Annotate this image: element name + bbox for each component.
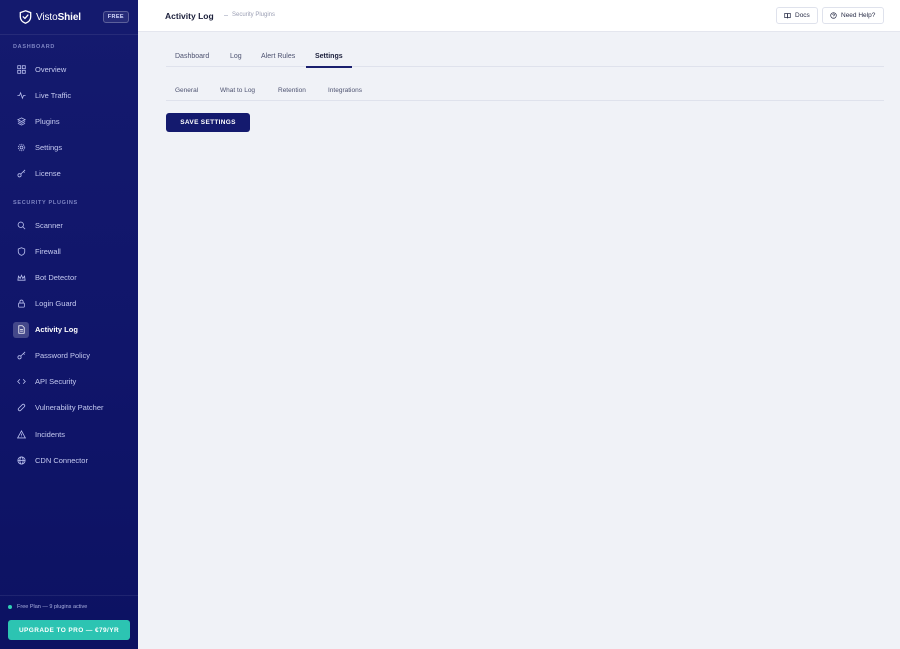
sidebar-item-label: Bot Detector [35, 273, 77, 282]
subtab-what-to-log[interactable]: What to Log [220, 87, 255, 94]
grid-icon [13, 62, 29, 78]
divider [0, 595, 138, 596]
upgrade-button[interactable]: UPGRADE TO PRO — €79/YR [8, 620, 130, 640]
section-label-dashboard: DASHBOARD [13, 44, 56, 50]
sidebar-item-label: Settings [35, 143, 63, 152]
breadcrumb[interactable]: Security Plugins [232, 12, 275, 18]
subtab-retention[interactable]: Retention [278, 87, 306, 94]
topbar: Activity Log Security Plugins Docs Need … [138, 0, 900, 32]
sidebar: VistoShiel FREE DASHBOARD Overview Live … [0, 0, 138, 649]
sidebar-item-incidents[interactable]: Incidents [13, 426, 131, 443]
status-dot [8, 605, 12, 609]
sidebar-item-label: API Security [35, 377, 77, 386]
sidebar-item-label: Activity Log [35, 325, 78, 334]
sidebar-item-label: Live Traffic [35, 91, 72, 100]
subtab-integrations[interactable]: Integrations [328, 87, 362, 94]
tier-badge: FREE [102, 11, 129, 23]
sidebar-item-cdn-connector[interactable]: CDN Connector [13, 452, 131, 469]
code-icon [13, 374, 29, 390]
layers-icon [13, 114, 29, 130]
sidebar-item-api-security[interactable]: API Security [13, 373, 131, 390]
gear-icon [13, 140, 29, 156]
activity-icon [13, 88, 29, 104]
key-icon [13, 166, 29, 182]
bot-icon [13, 270, 29, 286]
sidebar-item-settings[interactable]: Settings [13, 139, 131, 156]
sidebar-item-password-policy[interactable]: Password Policy [13, 347, 131, 364]
main-tabs: Dashboard Log Alert Rules Settings [166, 47, 884, 68]
sidebar-item-activity-log[interactable]: Activity Log [13, 321, 131, 338]
tab-settings[interactable]: Settings [306, 47, 352, 68]
sidebar-item-label: Password Policy [35, 351, 91, 360]
sidebar-item-login-guard[interactable]: Login Guard [13, 295, 131, 312]
section-label-security-plugins: SECURITY PLUGINS [13, 200, 78, 206]
sidebar-item-label: CDN Connector [35, 456, 88, 465]
tab-log[interactable]: Log [230, 47, 242, 67]
lock-icon [13, 296, 29, 312]
sidebar-item-label: Vulnerability Patcher [35, 403, 104, 412]
docs-button[interactable]: Docs [776, 7, 818, 24]
save-settings-button[interactable]: SAVE SETTINGS [166, 113, 250, 132]
settings-subtabs: General What to Log Retention Integratio… [166, 82, 884, 101]
sidebar-item-bot-detector[interactable]: Bot Detector [13, 269, 131, 286]
key-icon [13, 348, 29, 364]
sidebar-item-firewall[interactable]: Firewall [13, 243, 131, 260]
sidebar-item-vulnerability-patcher[interactable]: Vulnerability Patcher [13, 399, 131, 416]
page-title: Activity Log [165, 11, 214, 21]
tab-dashboard[interactable]: Dashboard [175, 47, 209, 67]
sidebar-item-label: Overview [35, 65, 67, 74]
bandage-icon [13, 400, 29, 416]
sidebar-item-plugins[interactable]: Plugins [13, 113, 131, 130]
brand-name: VistoShiel [36, 11, 81, 23]
docs-label: Docs [795, 12, 810, 19]
sidebar-item-label: Firewall [35, 247, 61, 256]
shield-icon [13, 244, 29, 260]
subtab-general[interactable]: General [175, 87, 198, 94]
plan-status: Free Plan — 9 plugins active [8, 604, 87, 610]
sidebar-item-label: Scanner [35, 221, 63, 230]
sidebar-item-overview[interactable]: Overview [13, 61, 131, 78]
sidebar-item-label: Plugins [35, 117, 60, 126]
document-icon [13, 321, 29, 338]
tab-alert-rules[interactable]: Alert Rules [261, 47, 295, 67]
sidebar-item-scanner[interactable]: Scanner [13, 217, 131, 234]
help-circle-icon [830, 12, 837, 19]
help-label: Need Help? [841, 12, 876, 19]
sidebar-item-label: Login Guard [35, 299, 77, 308]
brand[interactable]: VistoShiel FREE [0, 0, 138, 34]
search-icon [13, 218, 29, 234]
sidebar-item-live-traffic[interactable]: Live Traffic [13, 87, 131, 104]
alert-triangle-icon [13, 427, 29, 443]
globe-icon [13, 453, 29, 469]
sidebar-item-license[interactable]: License [13, 165, 131, 182]
shield-logo-icon [19, 10, 32, 24]
help-button[interactable]: Need Help? [822, 7, 884, 24]
sidebar-item-label: Incidents [35, 430, 66, 439]
divider [0, 34, 138, 35]
book-icon [784, 12, 791, 19]
breadcrumb-separator [224, 15, 228, 16]
plan-status-text: Free Plan — 9 plugins active [17, 604, 88, 610]
sidebar-item-label: License [35, 169, 61, 178]
